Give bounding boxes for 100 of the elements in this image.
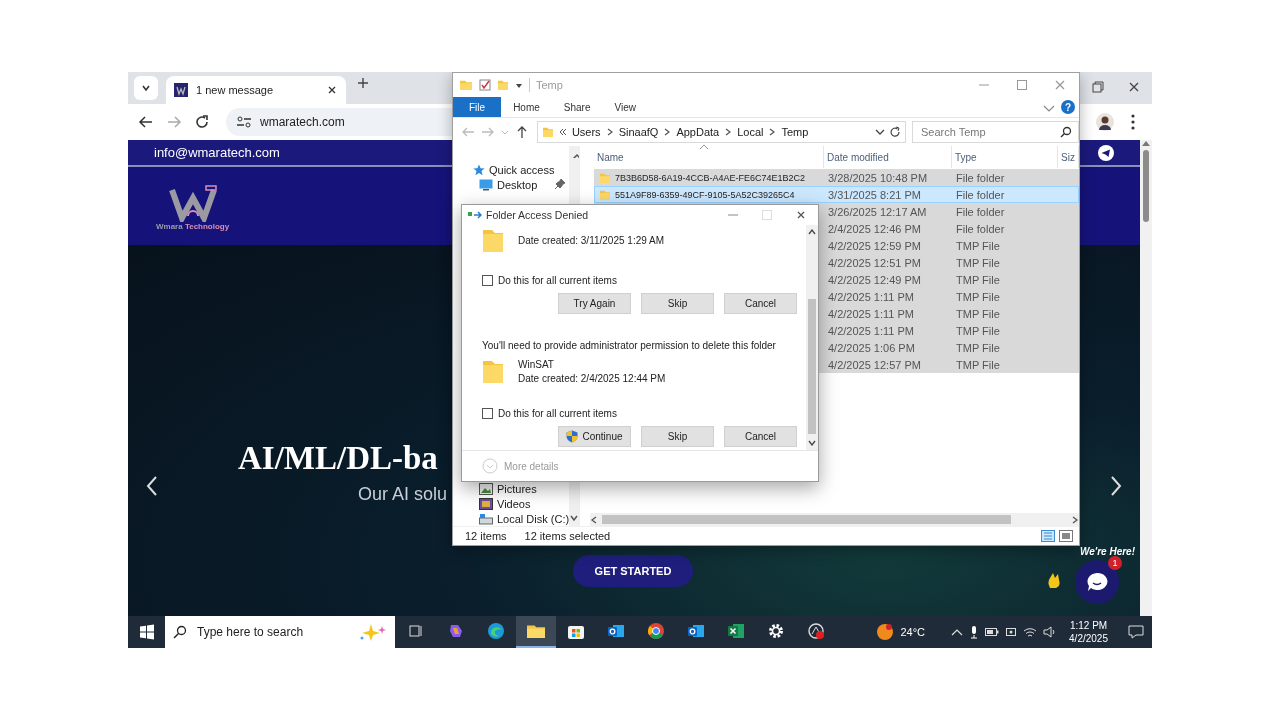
breadcrumb-item[interactable]: Users [571, 126, 601, 138]
address-bar[interactable]: Users SinaafQ AppData Local Temp [536, 121, 906, 143]
dialog-button[interactable]: Skip [641, 426, 714, 447]
desktop-icon [479, 178, 493, 191]
nav-item[interactable]: Desktop [453, 177, 570, 192]
close-icon[interactable] [326, 84, 338, 96]
copilot-icon[interactable] [447, 622, 465, 640]
search-icon [173, 625, 187, 639]
help-button[interactable]: ? [1061, 100, 1075, 114]
back-icon[interactable] [138, 114, 154, 130]
battery-icon[interactable] [985, 627, 1000, 637]
selection-count: 12 items selected [524, 530, 611, 542]
spreadsheet-app-icon[interactable] [727, 622, 745, 640]
dialog-button[interactable]: Skip [641, 293, 714, 314]
refresh-icon[interactable] [889, 126, 901, 138]
date-cell-text: 4/2/2025 1:11 PM [827, 323, 916, 338]
nav-item[interactable]: Videos [453, 496, 570, 511]
double-chevron-icon[interactable] [558, 127, 567, 137]
wifi-icon[interactable] [1023, 626, 1038, 638]
breadcrumb-item[interactable]: AppData [676, 126, 720, 138]
notifications-icon[interactable] [1128, 624, 1144, 640]
tab-list-button[interactable] [134, 76, 158, 100]
chevron-right-icon[interactable] [1108, 475, 1124, 497]
date-cell-text: 4/2/2025 1:11 PM [827, 306, 916, 321]
clock-time: 1:12 PM [1069, 619, 1108, 632]
properties-icon[interactable] [479, 79, 491, 91]
folder-name: WinSAT [518, 358, 555, 370]
nav-item[interactable]: Local Disk (C:) [453, 511, 570, 526]
checkbox[interactable] [482, 408, 493, 419]
details-view-icon[interactable] [1041, 530, 1055, 542]
search-field[interactable]: Type here to search [195, 624, 351, 640]
type-cell-text: TMP File [955, 323, 1001, 338]
capture-app-icon[interactable] [807, 622, 825, 640]
scroll-up-icon [808, 229, 816, 235]
scrollbar[interactable] [806, 225, 818, 450]
scrollbar[interactable] [1140, 140, 1152, 616]
horizontal-scrollbar[interactable] [590, 513, 1079, 526]
dropdown-icon[interactable] [515, 81, 523, 89]
column-header[interactable]: Name [594, 146, 824, 168]
file-row[interactable]: 551A9F89-6359-49CF-9105-5A52C39265C4 3/31/2025 8:21 PM File folder [594, 186, 1079, 203]
speaker-icon[interactable] [1043, 626, 1058, 638]
date-created: Date created: 2/4/2025 12:44 PM [518, 372, 666, 384]
browser-tab[interactable]: 1 new message [166, 76, 346, 104]
email-link[interactable]: info@wmaratech.com [154, 145, 280, 160]
nav-label: Local Disk (C:) [497, 512, 570, 525]
search-box[interactable]: Search Temp [912, 121, 1079, 143]
chat-button[interactable] [1075, 560, 1119, 604]
ribbon-tab[interactable]: File [453, 97, 502, 117]
search-icon [1060, 126, 1072, 138]
breadcrumb-item[interactable]: Temp [781, 126, 809, 138]
date-cell-text: 4/2/2025 12:51 PM [827, 255, 922, 270]
task-view-icon[interactable] [408, 623, 424, 639]
close-icon[interactable] [795, 209, 807, 221]
breadcrumb-item[interactable]: Local [737, 126, 764, 138]
dropdown-icon[interactable] [875, 127, 885, 137]
column-header[interactable]: Type [952, 146, 1058, 168]
chevron-right-icon [724, 127, 733, 137]
telegram-icon[interactable] [1098, 144, 1114, 161]
dialog-button[interactable]: Cancel [724, 426, 797, 447]
maximize-icon[interactable] [1015, 78, 1029, 92]
search-field[interactable]: Search Temp [919, 125, 1060, 139]
chevron-right-icon [768, 127, 777, 137]
dialog-button[interactable]: Try Again [558, 293, 631, 314]
mail-app-icon[interactable] [687, 622, 705, 640]
url-text: wmaratech.com [260, 115, 345, 129]
clock[interactable]: 1:12 PM 4/2/2025 [1069, 619, 1108, 645]
column-header[interactable]: Siz [1058, 146, 1079, 168]
dialog-button[interactable]: Cancel [724, 293, 797, 314]
search-box[interactable]: Type here to search [165, 616, 395, 648]
chevron-left-icon[interactable] [144, 475, 160, 497]
get-started-button[interactable]: GET STARTED [573, 555, 693, 587]
camera-icon[interactable] [1005, 626, 1018, 638]
edge-icon[interactable] [487, 622, 505, 640]
settings-icon[interactable] [767, 622, 785, 640]
folder-icon[interactable] [526, 623, 546, 639]
mail-app-icon[interactable] [607, 622, 625, 640]
avatar-icon[interactable] [1096, 113, 1114, 131]
type-cell-text: TMP File [955, 238, 1001, 253]
file-name: 7B3B6D58-6A19-4CCB-A4AE-FE6C74E1B2C2 [595, 170, 825, 185]
site-settings-icon [236, 115, 252, 129]
type-cell-text: TMP File [955, 340, 1001, 355]
temperature[interactable]: 24°C [900, 626, 926, 638]
plus-icon[interactable] [356, 76, 370, 90]
pin-icon [555, 178, 566, 189]
windows-start-icon[interactable] [138, 624, 155, 640]
chrome-icon[interactable] [647, 622, 665, 640]
show-hidden-icons-icon[interactable] [951, 627, 964, 637]
dialog-button[interactable]: Continue [558, 426, 631, 447]
chevron-right-icon [605, 127, 614, 137]
tiles-view-icon[interactable] [1059, 530, 1073, 542]
reload-icon[interactable] [194, 114, 210, 130]
microphone-icon[interactable] [969, 625, 980, 639]
restore-icon[interactable] [1091, 80, 1105, 94]
close-icon[interactable] [1127, 80, 1141, 94]
file-row[interactable]: 7B3B6D58-6A19-4CCB-A4AE-FE6C74E1B2C2 3/28/2025 10:48 PM File folder [594, 169, 1079, 186]
sparkle-icon [359, 623, 387, 641]
nav-item[interactable]: Quick access [453, 162, 570, 177]
column-header[interactable]: Date modified [824, 146, 952, 168]
checkbox[interactable] [482, 275, 493, 286]
nav-item[interactable]: Pictures [453, 481, 570, 496]
